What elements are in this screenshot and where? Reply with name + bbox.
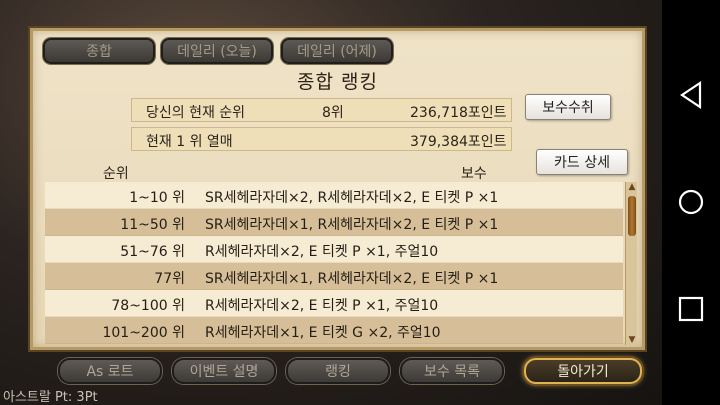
reward-list[interactable]: 1~10 위 SR세헤라자데×2, R세헤라자데×2, E 티켓 P ×1 11… [45,182,623,345]
top-rank-label: 현재 1 위 열매 [146,134,233,150]
recent-apps-icon[interactable] [676,294,706,324]
reward-text: SR세헤라자데×1, R세헤라자데×2, E 티켓 P ×1 [205,271,499,287]
rank-range: 101~200 위 [102,325,185,341]
card-detail-button[interactable]: 카드 상세 [536,149,628,175]
page-title: 종합 랭킹 [297,71,378,93]
my-rank-value: 8위 [322,105,344,121]
scroll-thumb[interactable] [628,196,636,236]
event-info-button[interactable]: 이벤트 설명 [172,358,276,384]
my-rank-label: 당신의 현재 순위 [146,105,246,121]
back-icon[interactable] [676,80,706,110]
list-item: 77위 SR세헤라자데×1, R세헤라자데×2, E 티켓 P ×1 [45,263,623,290]
rank-range: 51~76 위 [120,244,185,260]
list-item: 78~100 위 R세헤라자데×2, E 티켓 P ×1, 주얼10 [45,290,623,317]
rank-range: 1~10 위 [129,190,185,206]
scroll-down-icon[interactable]: ▼ [627,335,637,345]
home-icon[interactable] [676,187,706,217]
back-button[interactable]: 돌아가기 [524,358,642,384]
top-rank-points: 379,384포인트 [410,134,507,150]
tab-daily-today[interactable]: 데일리 (오늘) [161,38,273,64]
reward-list-button[interactable]: 보수 목록 [400,358,504,384]
as-lot-button[interactable]: As 로트 [58,358,162,384]
tab-daily-yesterday[interactable]: 데일리 (어제) [281,38,393,64]
rank-range: 11~50 위 [120,217,185,233]
reward-text: SR세헤라자데×2, R세헤라자데×2, E 티켓 P ×1 [205,190,499,206]
tab-overall[interactable]: 종합 [43,38,155,64]
list-item: 101~200 위 R세헤라자데×1, E 티켓 G ×2, 주얼10 [45,317,623,344]
top-rank-row: 현재 1 위 열매 379,384포인트 [131,127,512,151]
rank-range: 78~100 위 [111,298,185,314]
column-header-reward: 보수 [461,166,487,182]
bottom-nav: As 로트 이벤트 설명 랭킹 보수 목록 돌아가기 [0,350,662,405]
my-rank-row: 당신의 현재 순위 8위 236,718포인트 [131,98,512,122]
my-rank-points: 236,718포인트 [410,105,507,121]
list-scrollbar[interactable]: ▲ ▼ [625,182,637,345]
reward-text: R세헤라자데×2, E 티켓 P ×1, 주얼10 [205,244,439,260]
ranking-panel: 종합 데일리 (오늘) 데일리 (어제) 종합 랭킹 당신의 현재 순위 8위 … [30,28,645,350]
scroll-up-icon[interactable]: ▲ [627,182,637,192]
rank-range: 77위 [154,271,185,287]
ranking-button[interactable]: 랭킹 [286,358,390,384]
list-item: 1~10 위 SR세헤라자데×2, R세헤라자데×2, E 티켓 P ×1 [45,182,623,209]
android-nav-bar [662,0,720,405]
list-item: 51~76 위 R세헤라자데×2, E 티켓 P ×1, 주얼10 [45,236,623,263]
astral-points: 아스트랄 Pt: 3Pt [3,390,98,405]
reward-text: R세헤라자데×2, E 티켓 P ×1, 주얼10 [205,298,439,314]
reward-text: R세헤라자데×1, E 티켓 G ×2, 주얼10 [205,325,441,341]
column-header-rank: 순위 [103,166,129,182]
reward-text: SR세헤라자데×1, R세헤라자데×2, E 티켓 P ×1 [205,217,499,233]
claim-reward-button[interactable]: 보수수취 [525,94,611,120]
list-item: 11~50 위 SR세헤라자데×1, R세헤라자데×2, E 티켓 P ×1 [45,209,623,236]
